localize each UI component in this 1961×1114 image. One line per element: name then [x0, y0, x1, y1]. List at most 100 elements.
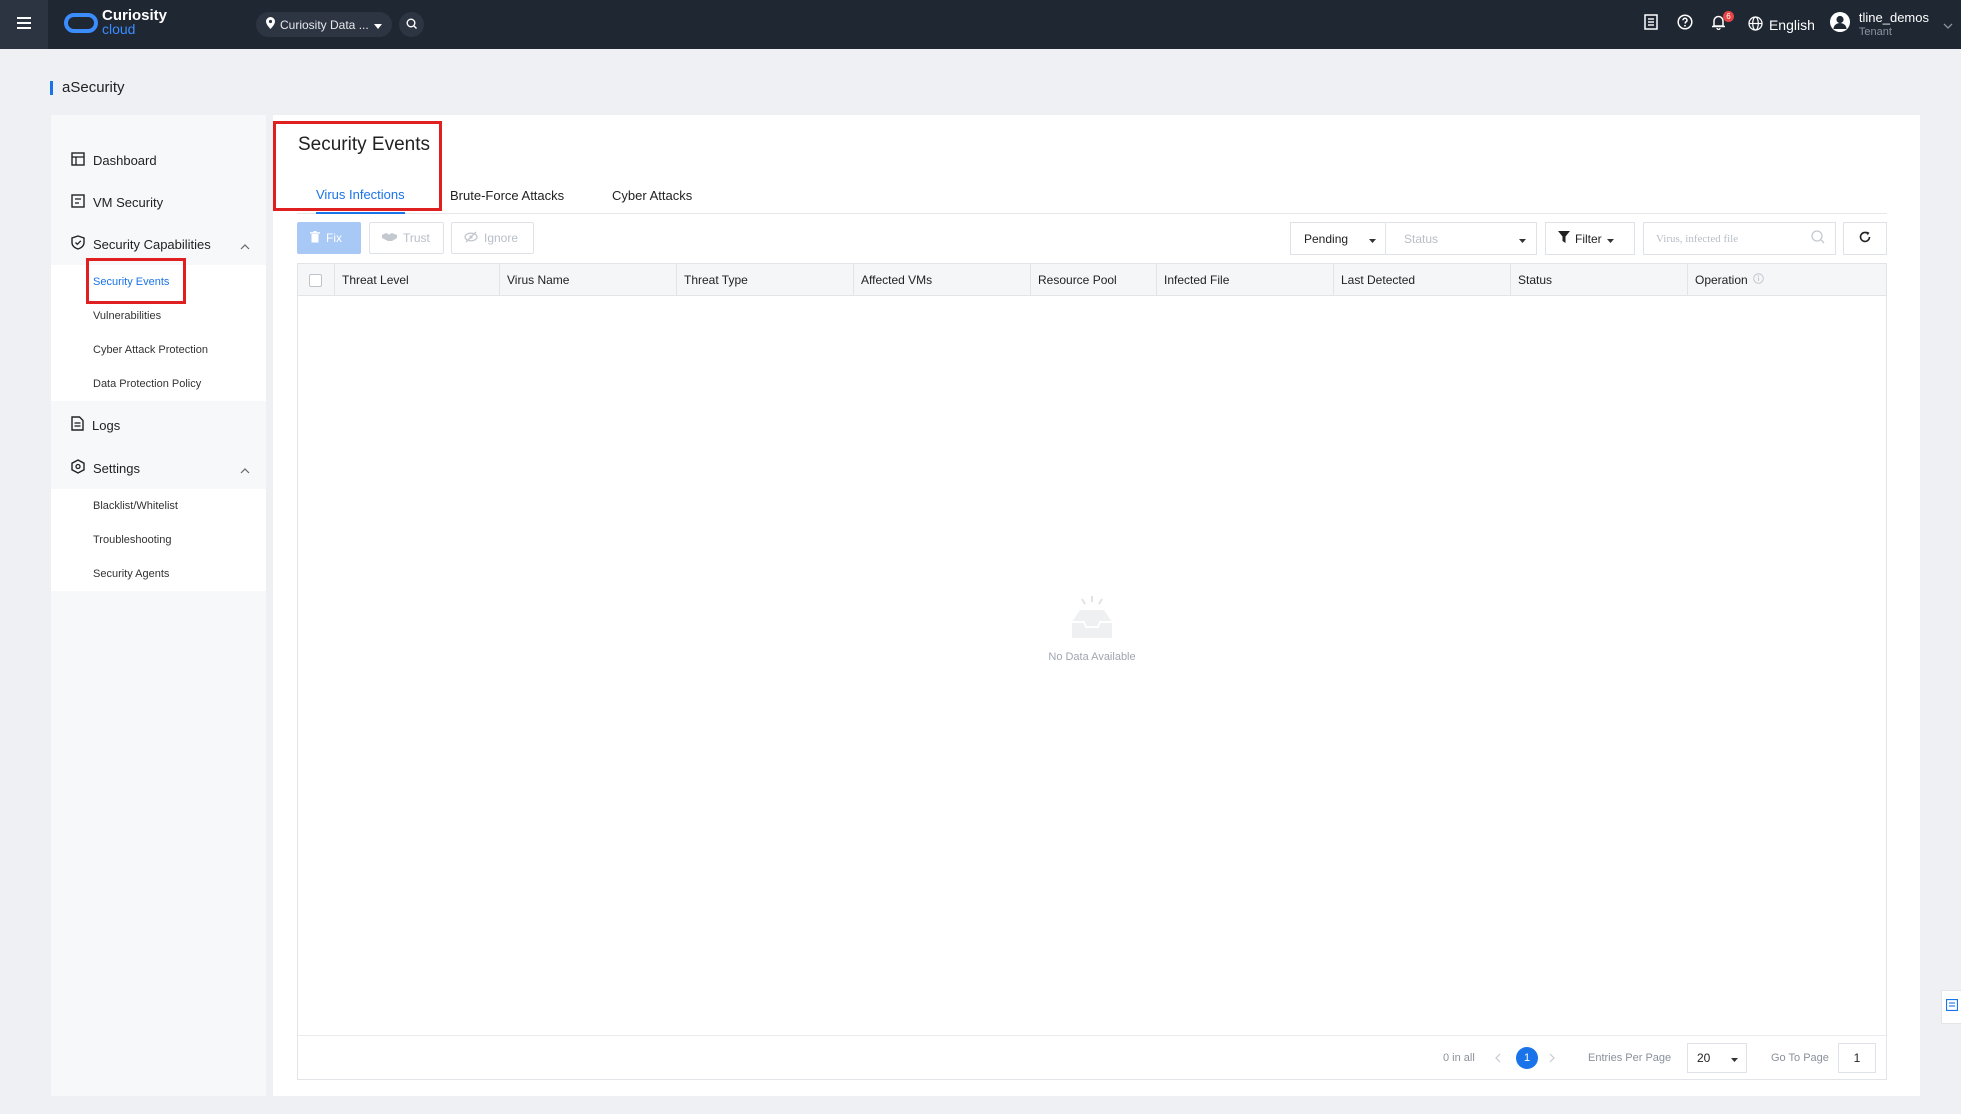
- tab-brute-force-attacks[interactable]: Brute-Force Attacks: [450, 177, 564, 214]
- sidebar-item-label: VM Security: [93, 194, 164, 210]
- task-list-button[interactable]: [1640, 14, 1662, 36]
- refresh-button[interactable]: [1843, 222, 1887, 255]
- chevron-up-icon[interactable]: [240, 238, 250, 253]
- filter-button[interactable]: Filter: [1545, 222, 1635, 255]
- vm-icon: [71, 193, 85, 211]
- sidebar-subitem-data-protection-policy[interactable]: Data Protection Policy: [51, 367, 266, 401]
- notifications-button[interactable]: 6: [1708, 10, 1734, 36]
- caret-down-icon: [1519, 232, 1526, 246]
- heading-accent-bar: [50, 80, 53, 95]
- sidebar-subitem-security-events[interactable]: Security Events: [51, 265, 266, 299]
- eye-slash-icon: [464, 231, 478, 246]
- state-select-value: Pending: [1304, 231, 1349, 246]
- entries-per-page-value: 20: [1697, 1051, 1711, 1065]
- empty-state: No Data Available: [298, 594, 1886, 663]
- region-label: Curiosity Data ...: [280, 17, 369, 32]
- sidebar-item-settings[interactable]: Settings: [51, 453, 266, 483]
- sidebar-subitem-vulnerabilities[interactable]: Vulnerabilities: [51, 299, 266, 333]
- sidebar-subitem-label: Cyber Attack Protection: [93, 344, 208, 356]
- search-input[interactable]: Virus, infected file: [1643, 222, 1836, 255]
- column-header[interactable]: Threat Level: [334, 264, 499, 296]
- tab-virus-infections[interactable]: Virus Infections: [316, 177, 405, 214]
- location-pin-icon: [266, 17, 275, 32]
- column-header[interactable]: Virus Name: [499, 264, 676, 296]
- entries-per-page-select[interactable]: 20: [1687, 1043, 1747, 1073]
- sidebar-subitem-label: Data Protection Policy: [93, 378, 202, 390]
- go-to-page-input[interactable]: 1: [1838, 1043, 1876, 1073]
- user-menu[interactable]: tline_demos Tenant: [1829, 10, 1953, 40]
- info-icon[interactable]: [1752, 273, 1764, 287]
- column-header[interactable]: Status: [1510, 264, 1687, 296]
- user-role: Tenant: [1858, 25, 1892, 38]
- column-header[interactable]: Last Detected: [1333, 264, 1510, 296]
- trust-button[interactable]: Trust: [369, 222, 444, 254]
- select-all-checkbox[interactable]: [309, 273, 322, 287]
- chevron-right-icon: [1549, 1053, 1555, 1063]
- ignore-button[interactable]: Ignore: [451, 222, 534, 254]
- funnel-icon: [1558, 231, 1570, 246]
- trash-icon: [310, 230, 320, 246]
- top-bar: Curiosity cloud Curiosity Data ... 6 Eng…: [0, 0, 1961, 49]
- global-search-button[interactable]: [399, 12, 424, 37]
- refresh-icon: [1859, 230, 1871, 248]
- caret-down-icon: [373, 18, 382, 32]
- sidebar-item-dashboard[interactable]: Dashboard: [51, 145, 266, 175]
- events-table: Threat Level Virus Name Threat Type Affe…: [297, 263, 1887, 1080]
- sidebar-subitem-label: Security Events: [93, 276, 170, 288]
- ignore-label: Ignore: [484, 231, 519, 245]
- document-icon: [71, 416, 84, 434]
- cloud-logo-icon: [64, 11, 98, 35]
- search-icon: [1811, 230, 1825, 247]
- sidebar-subitem-label: Blacklist/Whitelist: [93, 500, 178, 512]
- region-selector[interactable]: Curiosity Data ...: [256, 12, 392, 37]
- tab-cyber-attacks[interactable]: Cyber Attacks: [612, 177, 692, 214]
- trust-label: Trust: [403, 231, 430, 245]
- menu-button[interactable]: [0, 0, 48, 49]
- shield-icon: [71, 235, 85, 253]
- pagination: 0 in all 1 Entries Per Page 20 Go To Pag…: [298, 1035, 1886, 1079]
- logo[interactable]: Curiosity cloud: [64, 8, 167, 37]
- empty-message: No Data Available: [1048, 651, 1136, 663]
- language-selector[interactable]: English: [1748, 15, 1815, 34]
- sidebar-item-security-capabilities[interactable]: Security Capabilities: [51, 229, 266, 259]
- sidebar-item-logs[interactable]: Logs: [51, 410, 266, 440]
- caret-down-icon: [1606, 232, 1614, 246]
- empty-inbox-icon: [1064, 594, 1120, 645]
- prev-page-button[interactable]: [1495, 1036, 1501, 1080]
- sidebar-item-vm-security[interactable]: VM Security: [51, 187, 266, 217]
- list-icon: [1945, 998, 1958, 1016]
- sidebar-subitem-cyber-attack-protection[interactable]: Cyber Attack Protection: [51, 333, 266, 367]
- page-heading: aSecurity: [50, 79, 125, 96]
- entries-per-page-wrap: 20: [1687, 1036, 1747, 1080]
- fix-label: Fix: [326, 231, 342, 245]
- state-select[interactable]: Pending: [1291, 223, 1386, 254]
- filter-label: Filter: [1575, 231, 1602, 246]
- search-placeholder: Virus, infected file: [1656, 232, 1739, 245]
- page-number-wrap: 1: [1516, 1036, 1538, 1080]
- sidebar-subitem-troubleshooting[interactable]: Troubleshooting: [51, 523, 266, 557]
- logo-text-secondary: cloud: [102, 21, 136, 37]
- sidebar-subitem-security-agents[interactable]: Security Agents: [51, 557, 266, 591]
- app-name: aSecurity: [62, 79, 125, 96]
- next-page-button[interactable]: [1549, 1036, 1555, 1080]
- help-icon: [1677, 14, 1693, 35]
- side-panel-toggle[interactable]: [1941, 990, 1961, 1024]
- chevron-up-icon[interactable]: [240, 462, 250, 477]
- sidebar-item-label: Logs: [92, 417, 121, 433]
- column-header[interactable]: Resource Pool: [1030, 264, 1156, 296]
- page-number-current[interactable]: 1: [1516, 1047, 1538, 1069]
- fix-button[interactable]: Fix: [297, 222, 361, 254]
- hamburger-icon: [17, 16, 31, 34]
- status-select[interactable]: Status: [1386, 223, 1536, 254]
- caret-down-icon: [1369, 232, 1376, 246]
- column-header[interactable]: Affected VMs: [853, 264, 1030, 296]
- search-icon: [406, 16, 417, 34]
- column-header[interactable]: Infected File: [1156, 264, 1333, 296]
- column-header[interactable]: Threat Type: [676, 264, 853, 296]
- sidebar-item-label: Security Capabilities: [93, 236, 211, 252]
- sidebar-subitem-label: Vulnerabilities: [93, 310, 162, 322]
- help-button[interactable]: [1674, 14, 1696, 36]
- globe-icon: [1748, 15, 1763, 34]
- sidebar-subitem-blacklist-whitelist[interactable]: Blacklist/Whitelist: [51, 489, 266, 523]
- sidebar-item-label: Dashboard: [93, 152, 157, 168]
